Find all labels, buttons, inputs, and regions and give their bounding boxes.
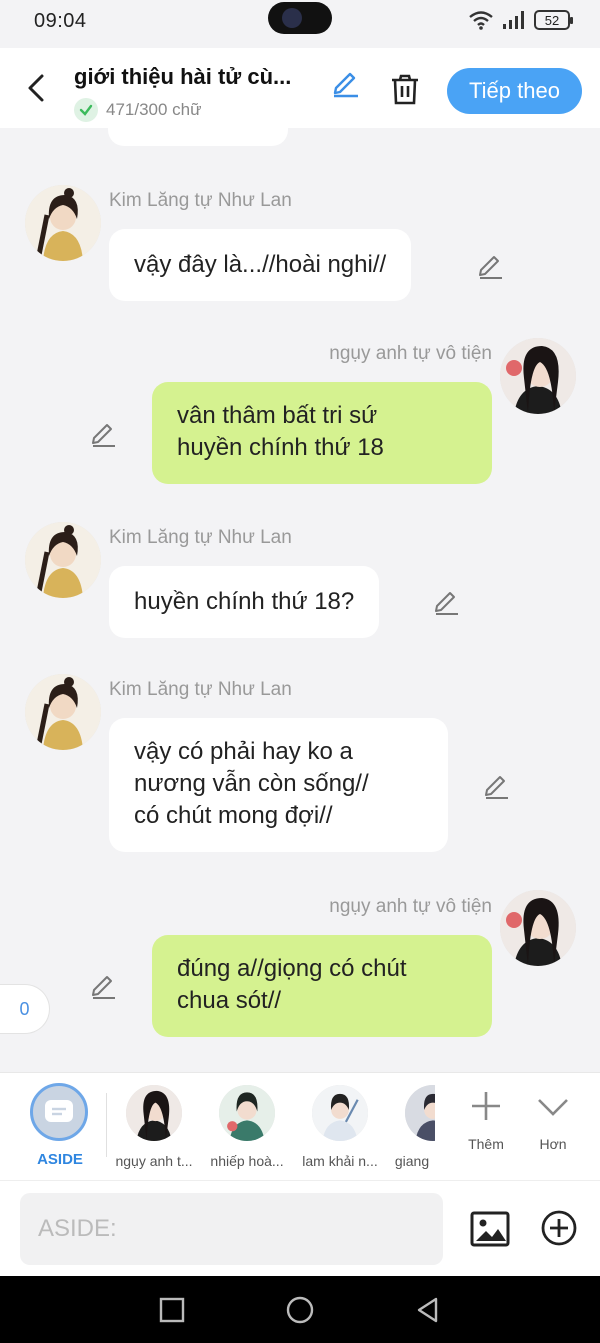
input-area bbox=[0, 1180, 600, 1276]
character-name: nhiếp hoà... bbox=[210, 1153, 284, 1169]
triangle-back-icon bbox=[417, 1297, 438, 1323]
add-character-button[interactable]: Thêm bbox=[456, 1089, 516, 1152]
character-avatar bbox=[126, 1085, 182, 1141]
message-text: nương vẫn còn sống// bbox=[134, 770, 369, 797]
avatar-kim-lang[interactable] bbox=[25, 674, 101, 750]
pencil-icon bbox=[92, 424, 115, 447]
edit-message-button[interactable] bbox=[476, 250, 506, 280]
sender-name: Kim Lăng tự Như Lan bbox=[109, 190, 292, 211]
page-title: giới thiệu hài tử cù... bbox=[74, 64, 292, 89]
plus-circle-icon bbox=[541, 1210, 577, 1246]
chat-area[interactable]: Kim Lăng tự Như Lan vậy đây là...//hoài … bbox=[0, 128, 600, 1072]
signal-icon bbox=[503, 11, 524, 29]
avatar-kim-lang[interactable] bbox=[25, 522, 101, 598]
avatar-kim-lang[interactable] bbox=[25, 185, 101, 261]
aside-chip[interactable]: ASIDE bbox=[30, 1083, 90, 1168]
delete-button[interactable] bbox=[388, 72, 422, 106]
character-chip[interactable]: nhiếp hoà... bbox=[203, 1085, 291, 1169]
message-text: huyền chính thứ 18? bbox=[134, 588, 355, 615]
divider bbox=[106, 1093, 107, 1157]
edit-message-button[interactable] bbox=[432, 586, 462, 616]
message-bubble[interactable]: vậy đây là...//hoài nghi// bbox=[109, 229, 412, 301]
message-bubble[interactable]: vậy có phải hay ko a nương vẫn còn sống/… bbox=[109, 718, 448, 852]
back-button[interactable] bbox=[20, 70, 52, 106]
battery-indicator: 52 bbox=[534, 10, 573, 30]
image-icon bbox=[470, 1211, 510, 1247]
pencil-icon bbox=[435, 592, 458, 615]
pencil-icon bbox=[479, 256, 502, 279]
status-bar: 09:04 52 bbox=[0, 0, 600, 48]
status-time: 09:04 bbox=[34, 10, 87, 32]
recents-button[interactable] bbox=[158, 1296, 186, 1324]
pencil-icon bbox=[333, 72, 358, 98]
previous-bubble bbox=[108, 128, 288, 146]
edit-message-button[interactable] bbox=[89, 970, 119, 1000]
header: giới thiệu hài tử cù... 471/300 chữ Tiếp… bbox=[0, 48, 600, 128]
edit-message-button[interactable] bbox=[89, 418, 119, 448]
sender-name: Kim Lăng tự Như Lan bbox=[109, 679, 292, 700]
back-nav-button[interactable] bbox=[414, 1296, 442, 1324]
character-chip[interactable]: lam khải n... bbox=[296, 1085, 384, 1169]
character-bar: ASIDE ngụy anh t... nhiếp hoà... lam khả… bbox=[0, 1072, 600, 1180]
chevron-down-icon bbox=[538, 1099, 568, 1116]
circle-icon bbox=[286, 1296, 314, 1324]
message-text: vậy có phải hay ko a bbox=[134, 738, 353, 765]
character-avatar bbox=[219, 1085, 275, 1141]
message-text: có chút mong đợi// bbox=[134, 802, 333, 829]
next-button[interactable]: Tiếp theo bbox=[447, 68, 582, 114]
unread-count-badge[interactable]: 0 bbox=[0, 984, 50, 1034]
word-count-text: 471/300 chữ bbox=[106, 100, 202, 119]
sender-name: ngụy anh tự vô tiện bbox=[329, 896, 492, 917]
character-name: giang bbox=[394, 1153, 430, 1169]
sender-name: Kim Lăng tự Như Lan bbox=[109, 527, 292, 548]
pencil-icon bbox=[92, 976, 115, 999]
character-name: ngụy anh t... bbox=[115, 1153, 193, 1169]
system-nav-bar bbox=[0, 1276, 600, 1343]
message-text: chua sót// bbox=[177, 987, 282, 1014]
plus-icon bbox=[472, 1092, 500, 1120]
avatar-nguy-anh[interactable] bbox=[500, 890, 576, 966]
character-chip[interactable]: giang bbox=[389, 1085, 435, 1169]
pencil-icon bbox=[485, 776, 508, 799]
check-icon bbox=[74, 98, 98, 122]
camera-cutout bbox=[268, 2, 332, 34]
message-text: huyền chính thứ 18 bbox=[177, 434, 384, 461]
chevron-left-icon bbox=[28, 74, 44, 102]
message-text: đúng a//giọng có chút bbox=[177, 955, 407, 982]
aside-avatar bbox=[30, 1083, 88, 1141]
more-label: Hơn bbox=[539, 1136, 567, 1152]
home-button[interactable] bbox=[286, 1296, 314, 1324]
add-label: Thêm bbox=[468, 1136, 504, 1152]
more-button[interactable]: Hơn bbox=[523, 1089, 583, 1152]
character-avatar bbox=[405, 1085, 435, 1141]
chat-bubble-icon bbox=[45, 1100, 73, 1122]
message-bubble[interactable]: huyền chính thứ 18? bbox=[109, 566, 380, 638]
message-text: vân thâm bất tri sứ bbox=[177, 402, 378, 429]
square-icon bbox=[159, 1297, 185, 1323]
message-input[interactable] bbox=[20, 1193, 443, 1265]
word-count: 471/300 chữ bbox=[74, 98, 202, 122]
character-name: lam khải n... bbox=[302, 1153, 378, 1169]
aside-label: ASIDE bbox=[37, 1151, 83, 1168]
message-text: vậy đây là...//hoài nghi// bbox=[134, 251, 387, 278]
character-chip[interactable]: ngụy anh t... bbox=[110, 1085, 198, 1169]
sender-name: ngụy anh tự vô tiện bbox=[329, 343, 492, 364]
trash-icon bbox=[392, 74, 418, 105]
message-bubble[interactable]: đúng a//giọng có chút chua sót// bbox=[152, 935, 492, 1037]
add-button[interactable] bbox=[540, 1209, 578, 1247]
status-icons: 52 bbox=[468, 10, 573, 30]
message-bubble[interactable]: vân thâm bất tri sứ huyền chính thứ 18 bbox=[152, 382, 492, 484]
avatar-nguy-anh[interactable] bbox=[500, 338, 576, 414]
edit-message-button[interactable] bbox=[482, 770, 512, 800]
character-avatar bbox=[312, 1085, 368, 1141]
edit-title-button[interactable] bbox=[330, 66, 362, 98]
insert-image-button[interactable] bbox=[470, 1209, 510, 1249]
wifi-icon bbox=[469, 11, 493, 30]
